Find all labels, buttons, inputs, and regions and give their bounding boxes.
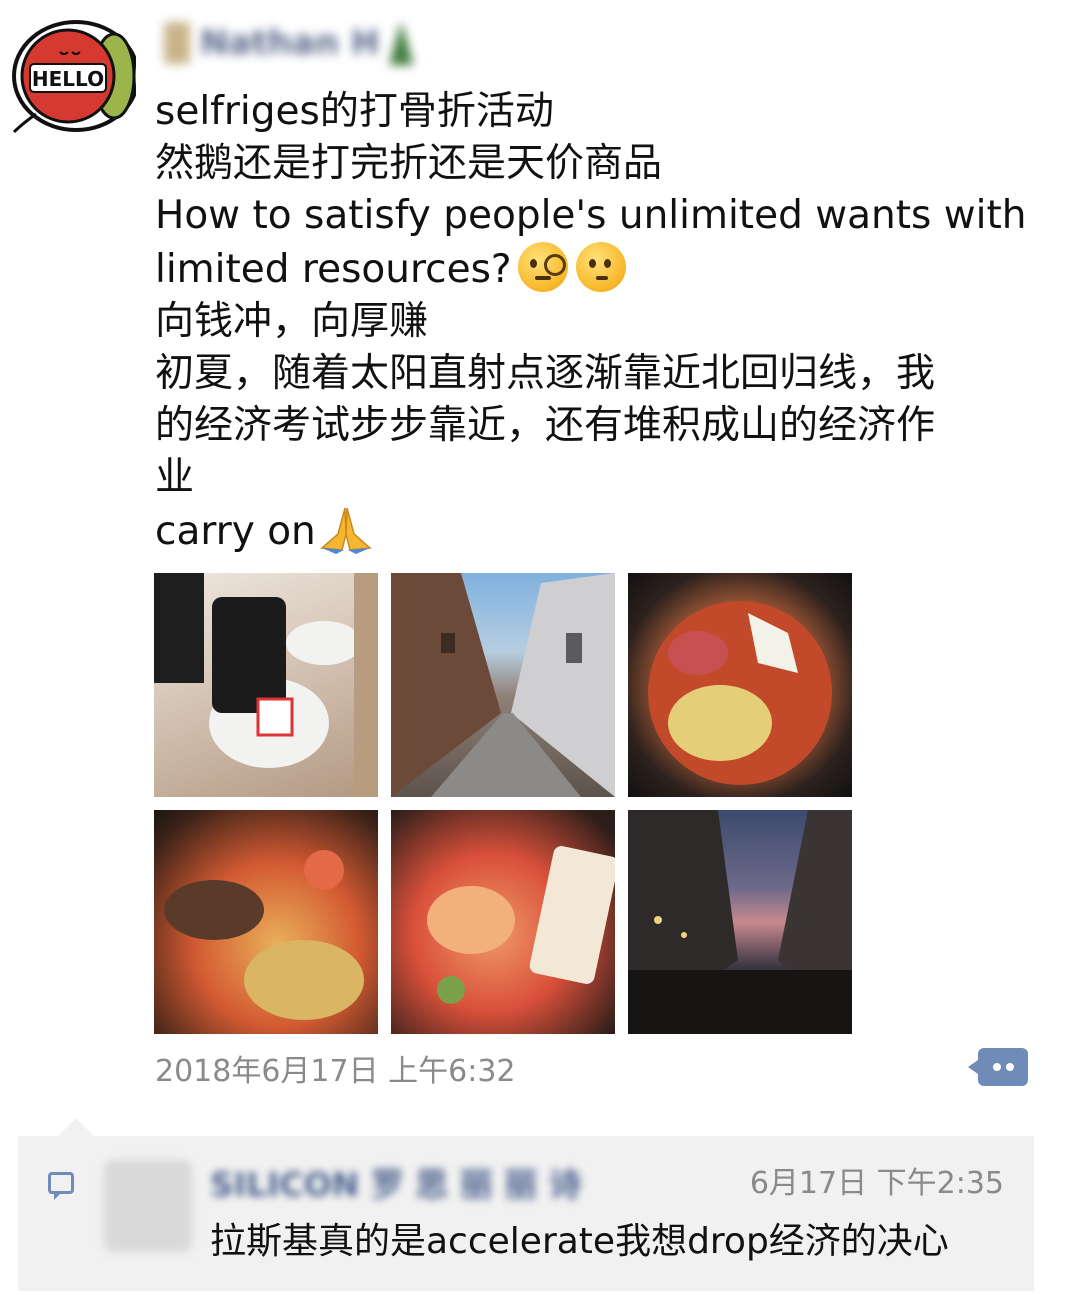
- comment-like-button[interactable]: [968, 1048, 1028, 1086]
- post-line: 业: [155, 455, 195, 500]
- post-line-with-emoji: limited resources?: [155, 242, 1045, 296]
- comment-time: 6月17日 下午2:35: [749, 1166, 1004, 1201]
- post-line-with-emoji: carry on: [155, 504, 1045, 558]
- street-photo[interactable]: [391, 573, 615, 797]
- evening-street-photo[interactable]: [628, 810, 852, 1034]
- luggage-sale-photo[interactable]: [154, 573, 378, 797]
- commenter-name[interactable]: SILICON 罗 思 丽 丽 诗: [210, 1158, 582, 1206]
- comment-text[interactable]: 拉斯基真的是accelerate我想drop经济的决心: [210, 1212, 949, 1264]
- comment-bubble-icon: [48, 1172, 74, 1200]
- post-line: selfriges的打骨折活动: [155, 89, 554, 134]
- post-line: 向钱冲，向厚赚: [155, 299, 429, 344]
- author-name-text: Nathan H: [200, 23, 380, 63]
- avatar-hello-text: HELLO: [32, 67, 104, 91]
- folded-hands-icon: [319, 507, 372, 554]
- hotpot-photo-2[interactable]: [154, 810, 378, 1034]
- post-line: 初夏，随着太阳直射点逐渐靠近北回归线，我: [155, 351, 936, 396]
- commenter-avatar[interactable]: [104, 1160, 192, 1252]
- post-timestamp: 2018年6月17日 上午6:32: [155, 1054, 516, 1089]
- author-avatar[interactable]: HELLO: [6, 14, 140, 134]
- post-line: 的经济考试步步靠近，还有堆积成山的经济作: [155, 403, 936, 448]
- photo-grid: [154, 573, 854, 1035]
- comment-section: SILICON 罗 思 丽 丽 诗 6月17日 下午2:35 拉斯基真的是acc…: [18, 1118, 1034, 1291]
- name-emoji-icon: [164, 22, 190, 64]
- monocle-face-icon: [517, 242, 568, 292]
- post-line: carry on: [155, 509, 316, 554]
- post-text: selfriges的打骨折活动 然鹅还是打完折还是天价商品 How to sat…: [155, 86, 1045, 558]
- hotpot-photo-1[interactable]: [628, 573, 852, 797]
- thinking-face-icon: [575, 242, 626, 292]
- post-line: How to satisfy people's unlimited wants …: [155, 193, 1027, 238]
- post-line: limited resources?: [155, 247, 512, 292]
- hotpot-photo-3[interactable]: [391, 810, 615, 1034]
- tree-emoji-icon: [389, 21, 414, 65]
- post-line: 然鹅还是打完折还是天价商品: [155, 141, 663, 186]
- author-name[interactable]: Nathan H: [164, 18, 464, 68]
